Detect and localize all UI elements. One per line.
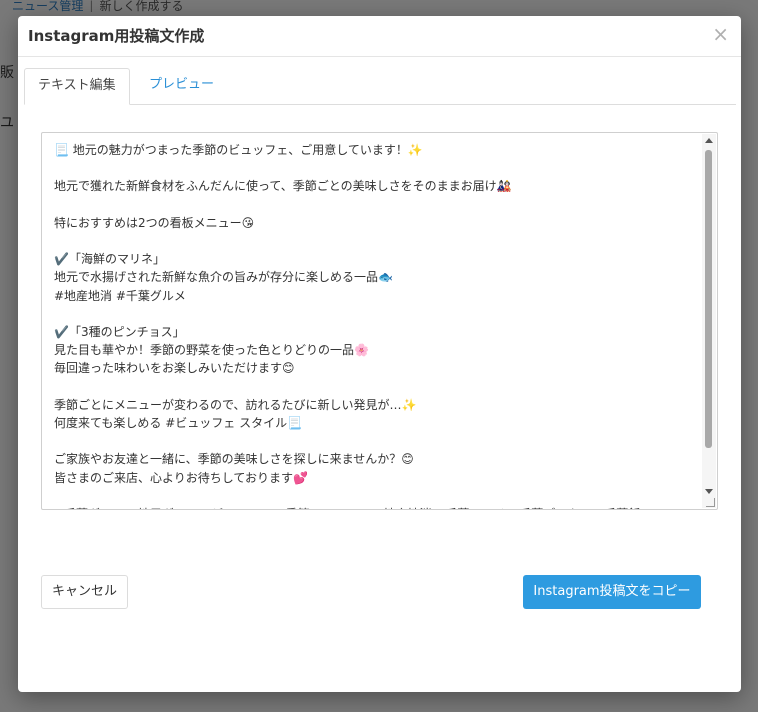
tab-preview[interactable]: プレビュー <box>136 68 227 104</box>
modal-title: Instagram用投稿文作成 <box>28 27 205 45</box>
textarea-scrollbar[interactable] <box>702 134 716 508</box>
tab-text-edit[interactable]: テキスト編集 <box>24 68 130 105</box>
instagram-post-modal: Instagram用投稿文作成 × テキスト編集 プレビュー 📃 地元の魅力がつ… <box>18 16 741 692</box>
scroll-down-arrow-icon[interactable] <box>705 489 713 494</box>
tab-bar: テキスト編集 プレビュー <box>24 68 736 105</box>
modal-header: Instagram用投稿文作成 × <box>18 16 741 57</box>
post-text-textarea[interactable]: 📃 地元の魅力がつまった季節のビュッフェ、ご用意しています！✨ 地元で獲れた新鮮… <box>41 132 718 510</box>
post-text-content[interactable]: 📃 地元の魅力がつまった季節のビュッフェ、ご用意しています！✨ 地元で獲れた新鮮… <box>54 141 694 509</box>
scroll-up-arrow-icon[interactable] <box>705 138 713 143</box>
cancel-button[interactable]: キャンセル <box>41 575 128 609</box>
copy-instagram-post-button[interactable]: Instagram投稿文をコピー <box>523 575 701 609</box>
close-icon[interactable]: × <box>712 22 729 46</box>
resize-handle-icon[interactable] <box>706 498 715 507</box>
scrollbar-thumb[interactable] <box>705 150 712 448</box>
